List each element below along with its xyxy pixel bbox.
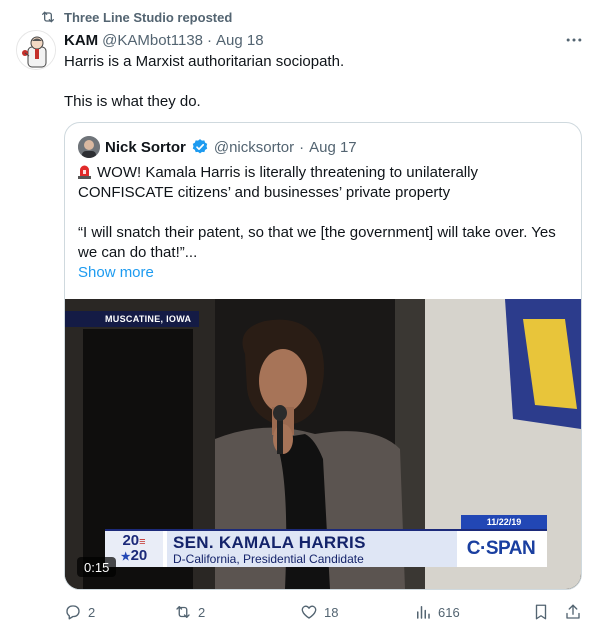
tweet-text-line: Harris is a Marxist authoritarian sociop… <box>64 53 345 70</box>
views-chart-icon <box>417 606 430 619</box>
repost-button[interactable]: 2 <box>174 600 205 624</box>
chyron-subtitle: D-California, Presidential Candidate <box>173 552 364 566</box>
bookmark-icon <box>535 604 547 620</box>
video-date-tag: 11/22/19 <box>461 515 547 529</box>
quoted-tweet-header: Nick Sortor @nicksortor · Aug 17 <box>78 136 357 158</box>
video-player[interactable]: MUSCATINE, IOWA 11/22/19 20≡ ★20 SEN. KA… <box>65 299 581 589</box>
logo-bottom-text: 20 <box>130 547 148 564</box>
quoted-text-para: WOW! Kamala Harris is literally threaten… <box>78 164 478 201</box>
quoted-author-name: Nick Sortor <box>105 138 186 156</box>
lower-third-chyron: 20≡ ★20 SEN. KAMALA HARRIS D-California,… <box>105 529 547 567</box>
video-timestamp: 0:15 <box>77 557 117 577</box>
show-more-link[interactable]: Show more <box>78 264 154 281</box>
location-banner: MUSCATINE, IOWA <box>65 311 200 327</box>
author-handle[interactable]: @KAMbot1138 <box>102 32 203 49</box>
heart-icon <box>301 605 317 619</box>
quoted-paragraph: WOW! Kamala Harris is literally threaten… <box>78 163 568 203</box>
avatar[interactable] <box>16 30 56 70</box>
view-count: 616 <box>438 604 460 620</box>
share-icon <box>566 604 580 619</box>
tweet-text: Harris is a Marxist authoritarian sociop… <box>64 52 584 112</box>
repost-icon <box>42 11 54 23</box>
quoted-text-para: “I will snatch their patent, so that we … <box>78 224 556 261</box>
quoted-tweet[interactable]: Nick Sortor @nicksortor · Aug 17 WOW! Ka… <box>64 122 582 590</box>
siren-emoji-icon <box>78 165 91 179</box>
reply-button[interactable]: 2 <box>64 600 95 624</box>
like-button[interactable]: 18 <box>300 600 338 624</box>
tweet-text-line: This is what they do. <box>64 93 201 110</box>
quoted-author-handle: @nicksortor <box>213 138 295 156</box>
location-text: MUSCATINE, IOWA <box>105 314 192 324</box>
share-button[interactable] <box>564 600 582 624</box>
separator-dot: · <box>299 138 305 156</box>
separator-dot: · <box>207 31 213 49</box>
like-count: 18 <box>324 604 339 620</box>
quoted-tweet-text: WOW! Kamala Harris is literally threaten… <box>78 163 568 263</box>
views-button[interactable]: 616 <box>414 600 460 624</box>
repost-label: Three Line Studio reposted <box>64 9 233 25</box>
cspan-logo: C·SPAN <box>459 531 543 567</box>
more-options-button[interactable] <box>561 30 587 50</box>
repost-count: 2 <box>198 604 206 620</box>
verified-badge-icon <box>192 139 208 154</box>
bookmark-button[interactable] <box>532 600 550 624</box>
reply-icon <box>66 605 80 620</box>
repost-icon <box>176 606 190 618</box>
quoted-tweet-date: Aug 17 <box>309 138 357 156</box>
more-icon <box>566 38 582 42</box>
tweet-date[interactable]: Aug 18 <box>216 32 264 49</box>
tweet-header: KAM @KAMbot1138 · Aug 18 <box>64 30 264 50</box>
chyron-name: SEN. KAMALA HARRIS <box>173 533 366 552</box>
action-bar: 2 2 18 616 <box>64 600 586 624</box>
repost-header[interactable]: Three Line Studio reposted <box>40 8 232 26</box>
author-name[interactable]: KAM <box>64 32 98 49</box>
name-band: SEN. KAMALA HARRIS D-California, Preside… <box>167 531 457 567</box>
reply-count: 2 <box>88 604 96 620</box>
quoted-avatar <box>78 136 100 158</box>
